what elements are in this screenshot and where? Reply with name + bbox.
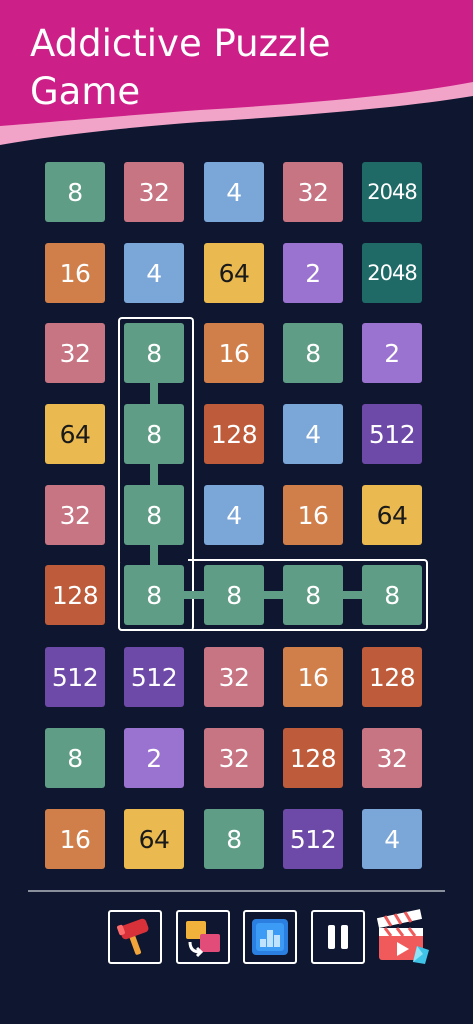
tile-16[interactable]: 16 [283,647,343,707]
tile-32[interactable]: 32 [45,323,105,383]
tile-2[interactable]: 2 [124,728,184,788]
tile-8[interactable]: 8 [45,728,105,788]
tile-64[interactable]: 64 [124,809,184,869]
game-board[interactable]: 8 32 4 32 2048 16 4 64 2 2048 32 8 16 8 2 64 8 128 4 512 32 8… [0,0,473,1024]
tile-8[interactable]: 8 [124,404,184,464]
tile-4[interactable]: 4 [283,404,343,464]
tile-32[interactable]: 32 [124,162,184,222]
path-connector [150,462,158,487]
tile-512[interactable]: 512 [124,647,184,707]
tile-128[interactable]: 128 [204,404,264,464]
path-connector [341,591,364,599]
tile-512[interactable]: 512 [362,404,422,464]
tile-4[interactable]: 4 [124,243,184,303]
tile-16[interactable]: 16 [45,809,105,869]
tile-4[interactable]: 4 [204,162,264,222]
tile-2[interactable]: 2 [283,243,343,303]
path-connector [150,543,158,567]
tile-8[interactable]: 8 [124,323,184,383]
tile-512[interactable]: 512 [283,809,343,869]
path-connector [182,591,206,599]
tile-16[interactable]: 16 [283,485,343,545]
tile-2048[interactable]: 2048 [362,243,422,303]
tile-512[interactable]: 512 [45,647,105,707]
tile-64[interactable]: 64 [204,243,264,303]
tile-8[interactable]: 8 [362,565,422,625]
video-clapper-icon [376,909,429,964]
tile-4[interactable]: 4 [204,485,264,545]
tile-32[interactable]: 32 [362,728,422,788]
leaderboard-button[interactable] [243,910,297,964]
tile-8[interactable]: 8 [204,809,264,869]
tile-32[interactable]: 32 [45,485,105,545]
path-connector [150,381,158,406]
tile-128[interactable]: 128 [45,565,105,625]
tile-128[interactable]: 128 [283,728,343,788]
tile-16[interactable]: 16 [204,323,264,383]
tile-8[interactable]: 8 [204,565,264,625]
pause-button[interactable] [311,910,365,964]
video-reward-button[interactable] [375,906,433,968]
hammer-button[interactable] [108,910,162,964]
tile-2[interactable]: 2 [362,323,422,383]
tile-4[interactable]: 4 [362,809,422,869]
tile-128[interactable]: 128 [362,647,422,707]
path-connector [262,591,285,599]
tile-2048[interactable]: 2048 [362,162,422,222]
tile-32[interactable]: 32 [283,162,343,222]
leaderboard-icon [252,919,288,955]
tile-64[interactable]: 64 [362,485,422,545]
swap-button[interactable] [176,910,230,964]
tile-8[interactable]: 8 [124,485,184,545]
tile-8[interactable]: 8 [283,323,343,383]
tile-8[interactable]: 8 [45,162,105,222]
divider [28,890,445,892]
tile-8[interactable]: 8 [283,565,343,625]
tile-64[interactable]: 64 [45,404,105,464]
swap-icon [186,921,220,958]
pause-icon [328,925,348,949]
tile-16[interactable]: 16 [45,243,105,303]
tile-32[interactable]: 32 [204,647,264,707]
hammer-icon [117,918,149,955]
tile-32[interactable]: 32 [204,728,264,788]
tile-8[interactable]: 8 [124,565,184,625]
